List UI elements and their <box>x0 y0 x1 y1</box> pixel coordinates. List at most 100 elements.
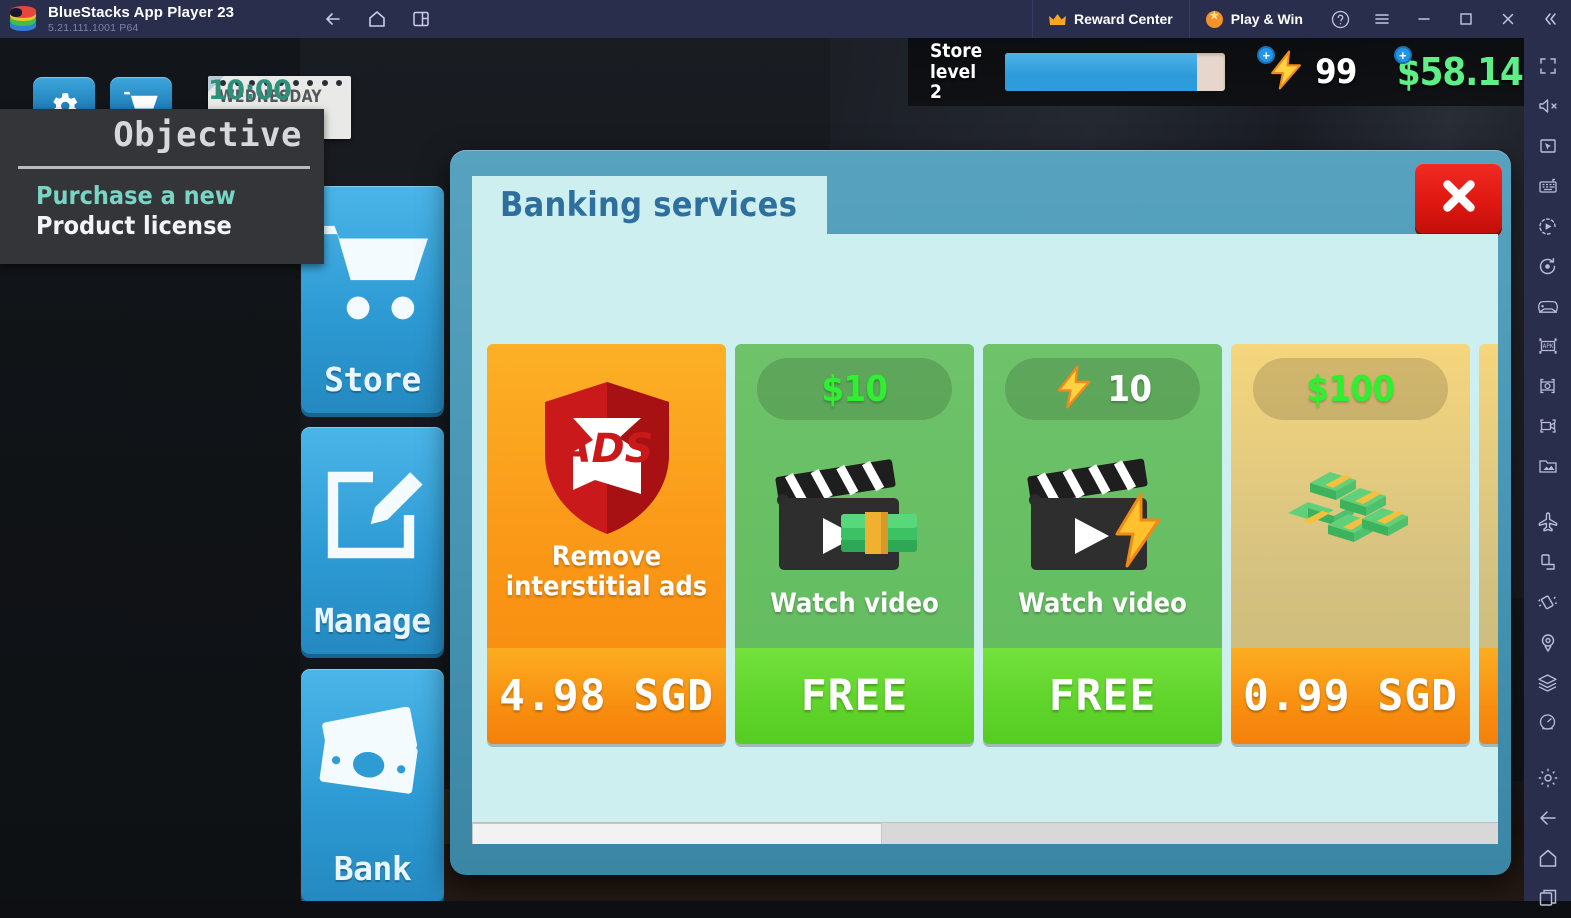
edit-square-icon <box>301 461 444 565</box>
media-manager-icon[interactable] <box>1524 446 1571 486</box>
banking-services-dialog: Banking services ADS Remove interstitial… <box>450 150 1511 875</box>
titlebar-text-group: BlueStacks App Player 23 5.21.111.1001 P… <box>48 5 234 34</box>
sidebar-item-bank[interactable]: Bank <box>301 669 444 901</box>
shake-icon[interactable] <box>1524 582 1571 622</box>
multi-instance-icon[interactable] <box>1524 878 1571 918</box>
offer-card-price[interactable] <box>1479 648 1498 744</box>
xp-progress-bar <box>1005 53 1226 91</box>
dialog-title-tab: Banking services <box>472 176 828 234</box>
offer-card-price[interactable]: FREE <box>983 648 1222 744</box>
macro-play-icon[interactable] <box>1524 206 1571 246</box>
offer-card-price[interactable]: 4.98 SGD <box>487 648 726 744</box>
dialog-body: ADS Remove interstitial ads 4.98 SGD $10 <box>472 234 1498 844</box>
menu-icon[interactable] <box>1361 0 1403 38</box>
svg-text:APK: APK <box>1542 343 1553 350</box>
offer-card-caption: Watch video <box>1018 588 1187 619</box>
offer-card-price[interactable]: 0.99 SGD <box>1231 648 1470 744</box>
screenshot-icon[interactable] <box>1524 366 1571 406</box>
offer-card-buy-money-100[interactable]: $100 0.99 SGD <box>1231 344 1470 744</box>
play-and-win-button[interactable]: Play & Win <box>1188 0 1319 38</box>
dialog-close-button[interactable] <box>1415 163 1502 233</box>
collapse-rail-icon[interactable] <box>1529 0 1571 38</box>
offer-card-caption: Watch video <box>770 588 939 619</box>
back-icon[interactable] <box>322 8 344 30</box>
bluestacks-sidebar: APK <box>1524 38 1571 906</box>
add-money-button[interactable]: + <box>1393 46 1412 64</box>
offer-card-next-partial[interactable] <box>1479 344 1498 744</box>
clapperboard-lightning-icon <box>983 456 1222 588</box>
fullscreen-icon[interactable] <box>1524 46 1571 86</box>
ads-shield-icon: ADS <box>487 378 726 538</box>
banknotes-icon <box>301 707 444 799</box>
objective-title: Objective <box>113 115 302 155</box>
window-controls <box>1319 0 1571 38</box>
sidebar-item-manage[interactable]: Manage <box>301 427 444 654</box>
offer-card-remove-ads[interactable]: ADS Remove interstitial ads 4.98 SGD <box>487 344 726 744</box>
rotate-portrait-icon[interactable] <box>1524 542 1571 582</box>
objective-panel: Objective Purchase a new Product license <box>0 109 324 264</box>
offer-card-reward: 10 <box>1107 368 1152 410</box>
layers-icon[interactable] <box>1524 662 1571 702</box>
offer-card-watch-video-money[interactable]: $10 Watch video FREE <box>735 344 974 744</box>
game-hud: Store level 2 + 99 + $58.14 <box>908 38 1524 106</box>
reward-center-button[interactable]: Reward Center <box>1031 0 1189 38</box>
objective-divider <box>18 166 310 169</box>
crown-icon <box>1048 13 1066 26</box>
record-video-icon[interactable] <box>1524 406 1571 446</box>
macro-record-icon[interactable] <box>1524 246 1571 286</box>
cursor-screen-icon[interactable] <box>1524 126 1571 166</box>
titlebar-nav-group <box>322 8 432 30</box>
star-badge-icon <box>1205 9 1223 28</box>
offer-card-reward: $100 <box>1306 368 1395 410</box>
offer-card-reward-pill: $10 <box>757 358 952 420</box>
bluestacks-logo-icon <box>10 6 36 32</box>
maximize-icon[interactable] <box>1445 0 1487 38</box>
offer-card-watch-video-energy[interactable]: 10 Watch video FREE <box>983 344 1222 744</box>
app-version: 5.21.111.1001 P64 <box>48 21 139 34</box>
dialog-horizontal-scrollbar[interactable] <box>472 822 1498 844</box>
store-level-label: Store level 2 <box>930 40 983 104</box>
close-icon[interactable] <box>1487 0 1529 38</box>
sidebar-item-store-label: Store <box>324 360 421 399</box>
dialog-title: Banking services <box>500 185 798 225</box>
offer-card-price[interactable]: FREE <box>735 648 974 744</box>
keymapping-icon[interactable] <box>1524 166 1571 206</box>
objective-normal: Product license <box>36 210 232 240</box>
offer-card-caption: Remove interstitial ads <box>505 541 708 602</box>
location-icon[interactable] <box>1524 622 1571 662</box>
sidebar-item-bank-label: Bank <box>333 849 412 888</box>
install-apk-icon[interactable]: APK <box>1524 326 1571 366</box>
back-icon[interactable] <box>1524 798 1571 838</box>
clapperboard-money-icon <box>735 456 974 588</box>
offer-card-reward-pill: $100 <box>1253 358 1448 420</box>
home-icon[interactable] <box>366 8 388 30</box>
close-icon <box>1436 173 1482 224</box>
money-value: $58.14 <box>1396 50 1524 94</box>
game-viewport: WEDNESDAY 10:00 PM Objective Purchase a … <box>0 38 1524 901</box>
objective-text: Purchase a new Product license <box>36 181 316 240</box>
store-level-group: Store level 2 <box>908 38 1247 106</box>
lightning-icon <box>1053 365 1095 414</box>
play-and-win-label: Play & Win <box>1230 11 1303 27</box>
scrollbar-thumb[interactable] <box>472 823 883 844</box>
home-icon[interactable] <box>1524 838 1571 878</box>
offer-card-reward: $10 <box>821 368 888 410</box>
performance-icon[interactable] <box>1524 702 1571 742</box>
offer-card-reward-pill: 10 <box>1005 358 1200 420</box>
xp-progress-fill <box>1005 53 1197 91</box>
sidebar-item-manage-label: Manage <box>314 601 431 640</box>
energy-value: 99 <box>1315 52 1357 92</box>
svg-text:ADS: ADS <box>557 426 653 472</box>
gamepad-icon[interactable] <box>1524 286 1571 326</box>
minimize-icon[interactable] <box>1403 0 1445 38</box>
energy-counter[interactable]: + 99 <box>1247 38 1377 106</box>
multi-instance-icon[interactable] <box>410 8 432 30</box>
help-icon[interactable] <box>1319 0 1361 38</box>
gear-icon[interactable] <box>1524 758 1571 798</box>
airplane-icon[interactable] <box>1524 502 1571 542</box>
mute-icon[interactable] <box>1524 86 1571 126</box>
money-counter[interactable]: + $58.14 <box>1377 38 1524 106</box>
reward-center-label: Reward Center <box>1073 11 1173 27</box>
bluestacks-titlebar: BlueStacks App Player 23 5.21.111.1001 P… <box>0 0 1571 38</box>
objective-highlight: Purchase a new <box>36 181 236 210</box>
